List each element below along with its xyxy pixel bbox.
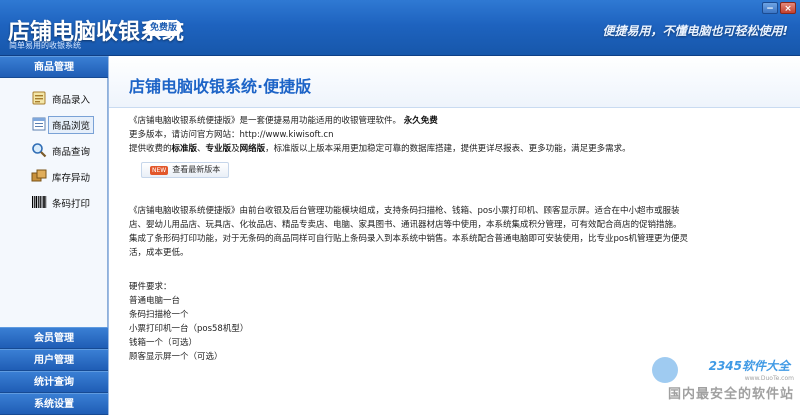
product-browse-icon	[30, 115, 48, 133]
sidebar-item-label: 商品录入	[52, 95, 91, 106]
intro-text: 、	[197, 144, 206, 154]
intro-line-3: 提供收费的标准版、专业版及网络版，标准版以上版本采用更加稳定可靠的数据库搭建，提…	[129, 142, 789, 156]
sidebar-item-label: 商品浏览	[48, 116, 95, 134]
content-header: 店铺电脑收银系统·便捷版	[109, 56, 800, 108]
inventory-icon	[30, 167, 48, 185]
app-subtitle: 简单易用的收银系统	[9, 41, 81, 50]
sidebar-section-system-settings[interactable]: 系统设置	[0, 393, 108, 415]
sidebar-item-product-entry[interactable]: 商品录入	[0, 86, 107, 112]
sidebar-item-inventory[interactable]: 库存异动	[0, 164, 107, 190]
hardware-title: 硬件要求：	[129, 282, 172, 292]
sidebar-item-label: 库存异动	[52, 173, 91, 184]
sidebar-items: 商品录入 商品浏览 商品查询 库存异动 条码打印	[0, 78, 107, 216]
watermark: 2345软件大全 www.DuoTe.com 国内最安全的软件站	[648, 353, 798, 411]
sidebar-section-statistics[interactable]: 统计查询	[0, 371, 108, 393]
barcode-icon	[30, 193, 48, 211]
watermark-tagline: 国内最安全的软件站	[667, 387, 794, 402]
description-paragraph: 《店铺电脑收银系统便捷版》由前台收银及后台管理功能模块组成，支持条码扫描枪、钱箱…	[129, 206, 689, 258]
pro-edition-label: 专业版	[205, 144, 232, 154]
hardware-item: 普通电脑一台	[129, 296, 181, 306]
check-update-button[interactable]: NEW 查看最新版本	[141, 162, 230, 178]
intro-text: 《店铺电脑收银系统便捷版》是一套便捷易用功能适用的收银管理软件。	[129, 116, 402, 126]
free-forever-label: 永久免费	[403, 116, 438, 126]
product-entry-icon	[30, 89, 48, 107]
intro-text: 提供收费的	[129, 144, 172, 154]
hardware-item: 钱箱一个（可选）	[129, 338, 198, 348]
edition-badge: 免费版	[146, 20, 182, 36]
content-body: 《店铺电脑收银系统便捷版》是一套便捷易用功能适用的收银管理软件。 永久免费 更多…	[129, 114, 789, 364]
network-edition-label: 网络版	[239, 144, 266, 154]
watermark-brand: 2345软件大全	[708, 359, 790, 373]
watermark-url: www.DuoTe.com	[744, 375, 794, 382]
intro-line-2: 更多版本，请访问官方网站：http://www.kiwisoft.cn	[129, 130, 334, 140]
standard-edition-label: 标准版	[171, 144, 198, 154]
intro-text: ，标准版以上版本采用更加稳定可靠的数据库搭建，提供更详尽报表、更多功能，满足更多…	[265, 144, 631, 154]
intro-line-1: 《店铺电脑收银系统便捷版》是一套便捷易用功能适用的收银管理软件。 永久免费	[129, 114, 789, 128]
hardware-item: 小票打印机一台（pos58机型）	[129, 324, 249, 334]
sidebar-item-product-browse[interactable]: 商品浏览	[0, 112, 107, 138]
close-button[interactable]: ×	[780, 2, 796, 14]
hardware-item: 条码扫描枪一个	[129, 310, 189, 320]
content-panel: 店铺电脑收银系统·便捷版 《店铺电脑收银系统便捷版》是一套便捷易用功能适用的收银…	[108, 56, 800, 415]
sidebar-section-user-management[interactable]: 用户管理	[0, 349, 108, 371]
sidebar: 商品管理 商品录入 商品浏览 商品查询 库存异动 条码打印 会员管理 用户管理 …	[0, 56, 108, 415]
sidebar-item-barcode-print[interactable]: 条码打印	[0, 190, 107, 216]
new-tag: NEW	[150, 165, 169, 175]
minimize-button[interactable]: −	[762, 2, 778, 14]
sidebar-item-label: 商品查询	[52, 147, 91, 158]
search-icon	[30, 141, 48, 159]
sidebar-section-product-management[interactable]: 商品管理	[0, 56, 108, 78]
sidebar-item-label: 条码打印	[52, 199, 91, 210]
intro-text: 及	[231, 144, 240, 154]
window-controls: − ×	[762, 2, 796, 14]
slogan: 便捷易用，不懂电脑也可轻松使用!	[602, 24, 788, 38]
page-title: 店铺电脑收银系统·便捷版	[129, 77, 312, 96]
sidebar-item-product-query[interactable]: 商品查询	[0, 138, 107, 164]
sidebar-bottom-sections: 会员管理 用户管理 统计查询 系统设置	[0, 327, 108, 415]
watermark-logo-icon	[652, 357, 678, 383]
check-update-label: 查看最新版本	[172, 165, 221, 174]
sidebar-section-member-management[interactable]: 会员管理	[0, 327, 108, 349]
title-bar: 店铺电脑收银系统 免费版 简单易用的收银系统 便捷易用，不懂电脑也可轻松使用! …	[0, 0, 800, 56]
